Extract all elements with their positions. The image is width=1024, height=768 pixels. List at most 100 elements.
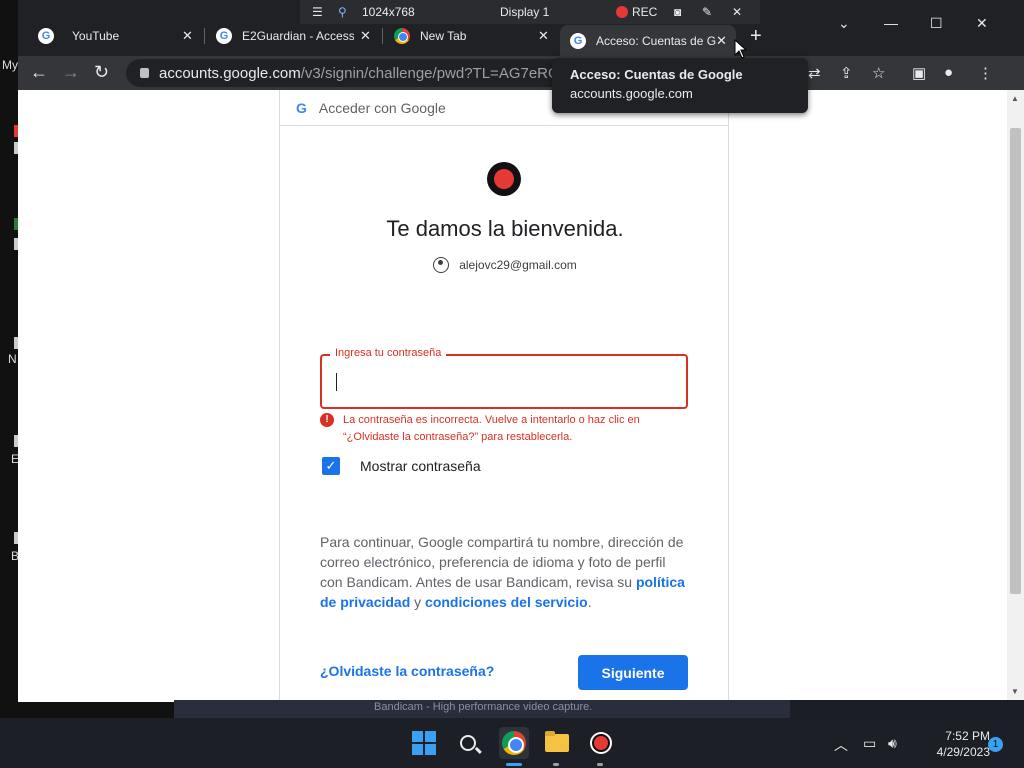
bandicam-logo-icon: [487, 162, 521, 196]
close-tab-icon[interactable]: ✕: [360, 28, 371, 44]
scroll-up-icon[interactable]: ▲: [1011, 94, 1019, 103]
pin-icon[interactable]: ⚲: [338, 5, 347, 19]
terms-of-service-link[interactable]: condiciones del servicio: [425, 594, 588, 610]
account-circle-icon: [433, 257, 450, 273]
tooltip-url: accounts.google.com: [570, 86, 693, 101]
password-error-text: La contraseña es incorrecta. Vuelve a in…: [343, 414, 640, 443]
tab-title: Acceso: Cuentas de G: [596, 33, 717, 48]
capture-display[interactable]: Display 1: [500, 5, 549, 19]
show-password-row[interactable]: ✓ Mostrar contraseña: [322, 457, 481, 475]
taskbar-file-explorer[interactable]: [544, 730, 570, 756]
notification-badge[interactable]: 1: [988, 737, 1003, 752]
rec-label: REC: [632, 5, 658, 19]
bandicam-running-indicator: [597, 763, 603, 766]
consent-text: Para continuar, Google compartirá tu nom…: [320, 532, 690, 612]
scroll-down-icon[interactable]: ▼: [1011, 687, 1019, 696]
lock-icon: [140, 68, 149, 78]
taskbar: ︿ ▭ 🔊︎ 7:52 PM 4/29/2023 1: [0, 718, 1024, 768]
consent-and: y: [414, 594, 422, 610]
tab-divider: [382, 28, 383, 44]
rec-indicator[interactable]: REC: [616, 5, 657, 19]
tab-acceso-active[interactable]: G Acceso: Cuentas de G ✕: [560, 25, 736, 56]
password-label: Ingresa tu contraseña: [330, 347, 447, 359]
forward-button[interactable]: →: [62, 62, 80, 83]
close-tab-icon[interactable]: ✕: [538, 28, 549, 44]
error-icon: !: [320, 413, 334, 427]
back-button[interactable]: ←: [30, 62, 48, 83]
minimize-button[interactable]: —: [884, 15, 898, 31]
tab-youtube[interactable]: G YouTube ✕: [28, 25, 198, 47]
capture-resolution: 1024x768: [362, 5, 415, 19]
show-password-label: Mostrar contraseña: [360, 458, 481, 474]
clock-time: 7:52 PM: [945, 729, 990, 743]
new-tab-button[interactable]: +: [750, 25, 762, 47]
signin-header-text: Acceder con Google: [318, 99, 446, 116]
side-panel-icon[interactable]: ▣: [912, 64, 926, 82]
tab-new-tab[interactable]: New Tab ✕: [384, 25, 554, 47]
close-tab-icon[interactable]: ✕: [716, 33, 727, 49]
show-password-checkbox[interactable]: ✓: [322, 457, 340, 475]
browser-window: G YouTube ✕ G E2Guardian - Access ✕ New …: [18, 0, 1024, 702]
tab-search-chevron-icon[interactable]: ⌄: [838, 15, 850, 32]
forgot-password-link[interactable]: ¿Olvidaste la contraseña?: [320, 663, 494, 679]
banner-side: [790, 700, 1024, 718]
capture-toolbar: ☰ ⚲ 1024x768 Display 1 REC ◙ ✎ ✕: [300, 0, 760, 24]
close-tab-icon[interactable]: ✕: [182, 28, 193, 44]
url-host: accounts.google.com: [159, 64, 301, 82]
scrollbar-thumb[interactable]: [1010, 128, 1021, 594]
text-caret: [336, 373, 337, 391]
next-button[interactable]: Siguiente: [578, 655, 688, 690]
reload-button[interactable]: ↻: [94, 62, 109, 83]
chrome-icon: [394, 28, 410, 44]
google-logo-icon: G: [296, 99, 307, 116]
explorer-running-indicator: [553, 763, 559, 766]
start-button[interactable]: [411, 730, 437, 756]
bandicam-icon: [590, 732, 612, 754]
welcome-heading: Te damos la bienvenida.: [386, 216, 624, 241]
bookmark-star-icon[interactable]: ☆: [872, 64, 885, 82]
page-viewport: G Acceder con Google Te damos la bienven…: [18, 90, 1024, 702]
page-scrollbar[interactable]: ▲ ▼: [1007, 90, 1024, 702]
address-bar[interactable]: accounts.google.com/v3/signin/challenge/…: [126, 59, 596, 87]
password-error: ! La contraseña es incorrecta. Vuelve a …: [320, 412, 690, 446]
close-window-button[interactable]: ✕: [976, 15, 988, 32]
taskbar-chrome[interactable]: [499, 727, 529, 759]
google-icon: G: [38, 28, 54, 44]
folder-icon: [545, 731, 569, 752]
camera-icon[interactable]: ◙: [674, 5, 681, 19]
google-icon: G: [570, 32, 586, 49]
consent-body: Para continuar, Google compartirá tu nom…: [320, 534, 684, 590]
profile-icon[interactable]: ●: [944, 64, 953, 81]
bandicam-banner: Bandicam - High performance video captur…: [174, 700, 790, 718]
password-input[interactable]: [334, 368, 674, 396]
tab-title: YouTube: [72, 29, 120, 43]
clock-date: 4/29/2023: [936, 745, 990, 759]
menu-icon[interactable]: ☰: [312, 5, 323, 19]
more-menu-icon[interactable]: ⋮: [978, 64, 993, 82]
volume-icon[interactable]: 🔊︎: [888, 735, 897, 752]
network-icon[interactable]: ▭: [863, 735, 876, 752]
tray-overflow-chevron-icon[interactable]: ︿: [834, 735, 848, 755]
maximize-button[interactable]: ☐: [930, 15, 943, 32]
translate-icon[interactable]: ⇄: [808, 64, 821, 82]
url-path: /v3/signin/challenge/pwd?TL=AG7eRGDt7: [300, 64, 584, 82]
google-icon: G: [216, 28, 232, 44]
tab-hover-tooltip: Acceso: Cuentas de Google accounts.googl…: [552, 58, 808, 113]
tooltip-title: Acceso: Cuentas de Google: [570, 67, 743, 82]
record-icon: [616, 6, 628, 18]
share-icon[interactable]: ⇪: [840, 64, 853, 82]
close-capture-icon[interactable]: ✕: [732, 5, 742, 19]
browser-toolbar: ← → ↻ accounts.google.com/v3/signin/chal…: [18, 56, 1024, 90]
windows-icon: [412, 731, 436, 755]
clock[interactable]: 7:52 PM 4/29/2023: [900, 728, 990, 760]
consent-period: .: [587, 594, 592, 610]
chrome-running-indicator: [506, 763, 522, 766]
tab-title: E2Guardian - Access: [242, 29, 354, 43]
tab-e2guardian[interactable]: G E2Guardian - Access ✕: [206, 25, 376, 47]
account-email: alejovc29@gmail.com: [459, 258, 577, 272]
taskbar-bandicam[interactable]: [588, 730, 614, 756]
pencil-icon[interactable]: ✎: [702, 5, 712, 19]
account-chip[interactable]: alejovc29@gmail.com: [280, 257, 730, 273]
search-button[interactable]: [455, 730, 481, 756]
chrome-icon: [502, 731, 526, 755]
